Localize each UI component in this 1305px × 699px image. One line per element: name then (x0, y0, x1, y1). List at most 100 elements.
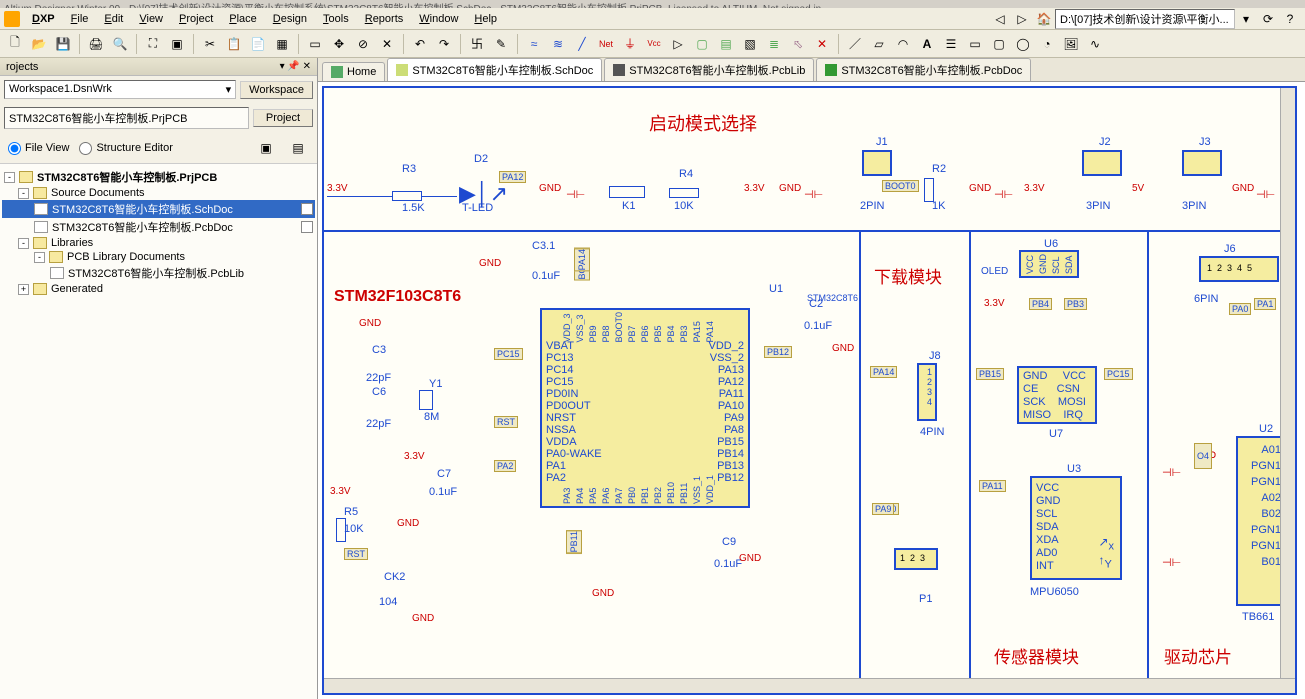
project-button[interactable]: Project (253, 109, 313, 127)
schematic-canvas[interactable]: 启动模式选择 下载模块 传感器模块 驱动芯片 3.3V R3 1.5K D2 ▶… (322, 86, 1297, 695)
pcb-lib-icon (50, 267, 64, 279)
value-j3: 3PIN (1182, 200, 1206, 212)
deselect-icon[interactable]: ⊘ (352, 33, 374, 55)
line-icon[interactable]: ／ (844, 33, 866, 55)
tree-pcblib[interactable]: STM32C8T6智能小车控制板.PcbLib (2, 264, 315, 282)
pie-icon[interactable]: ◔ (1036, 33, 1058, 55)
collapse-icon[interactable]: - (4, 172, 15, 183)
tree-project-root[interactable]: -STM32C8T6智能小车控制板.PrjPCB (2, 168, 315, 186)
wire-icon[interactable]: ≈ (523, 33, 545, 55)
file-view-radio[interactable]: File View (8, 142, 69, 155)
refresh-icon[interactable]: ⟳ (1257, 8, 1279, 30)
print-icon[interactable]: 🖨 (85, 33, 107, 55)
gnd-icon[interactable]: ⏚ (619, 33, 641, 55)
redo-icon[interactable]: ↷ (433, 33, 455, 55)
harness-icon[interactable]: ≣ (763, 33, 785, 55)
part-icon[interactable]: ▷ (667, 33, 689, 55)
tree-libraries[interactable]: -Libraries (2, 236, 315, 250)
undo-icon[interactable]: ↶ (409, 33, 431, 55)
expand-icon[interactable]: + (18, 284, 29, 295)
help-icon[interactable]: ? (1279, 8, 1301, 30)
no-erc-icon[interactable]: ✕ (811, 33, 833, 55)
pcblib-icon (613, 64, 625, 76)
copy-icon[interactable]: 📋 (223, 33, 245, 55)
collapse-icon[interactable]: - (18, 188, 29, 199)
new-doc-icon[interactable]: 🗋 (4, 33, 26, 55)
text-frame-icon[interactable]: ☰ (940, 33, 962, 55)
h-scrollbar[interactable] (324, 678, 1295, 693)
clear-icon[interactable]: ✕ (376, 33, 398, 55)
tab-schdoc[interactable]: STM32C8T6智能小车控制板.SchDoc (387, 58, 602, 81)
project-tree[interactable]: -STM32C8T6智能小车控制板.PrjPCB -Source Documen… (0, 163, 317, 699)
project-box[interactable]: STM32C8T6智能小车控制板.PrjPCB (4, 107, 249, 129)
image-icon[interactable]: 🖼 (1060, 33, 1082, 55)
menu-project[interactable]: Project (171, 11, 221, 27)
tree-pcb-lib-docs[interactable]: -PCB Library Documents (2, 250, 315, 264)
net-pb3: PB3 (1064, 298, 1087, 310)
menu-reports[interactable]: Reports (357, 11, 412, 27)
tree-pcbdoc[interactable]: STM32C8T6智能小车控制板.PcbDoc (2, 218, 315, 236)
v-scrollbar[interactable] (1280, 88, 1295, 678)
tree-generated[interactable]: +Generated (2, 282, 315, 296)
rect-icon[interactable]: ▭ (964, 33, 986, 55)
value-c2: 0.1uF (804, 320, 832, 332)
workspace-combo[interactable]: Workspace1.DsnWrk ▾ (4, 80, 236, 99)
menu-view[interactable]: View (131, 11, 171, 27)
tab-pcblib[interactable]: STM32C8T6智能小车控制板.PcbLib (604, 58, 814, 81)
cut-icon[interactable]: ✂ (199, 33, 221, 55)
bus-entry-icon[interactable]: ╱ (571, 33, 593, 55)
menu-help[interactable]: Help (466, 11, 505, 27)
menu-edit[interactable]: Edit (96, 11, 131, 27)
home-icon[interactable]: 🏠 (1033, 8, 1055, 30)
sheet-entry-icon[interactable]: ▤ (715, 33, 737, 55)
save-icon[interactable]: 💾 (52, 33, 74, 55)
hierarchy-icon[interactable]: 卐 (466, 33, 488, 55)
polygon-icon[interactable]: ▱ (868, 33, 890, 55)
select-icon[interactable]: ▭ (304, 33, 326, 55)
nav-back-icon[interactable]: ◁ (989, 8, 1011, 30)
panel-refresh-icon[interactable]: ▣ (255, 137, 277, 159)
menu-window[interactable]: Window (411, 11, 466, 27)
menu-dxp[interactable]: DXP (24, 11, 63, 27)
recent-dropdown-icon[interactable]: ▾ (1235, 8, 1257, 30)
projects-panel-header[interactable]: rojects ▾ 📌 ✕ (0, 58, 317, 76)
tab-home[interactable]: Home (322, 62, 385, 81)
open-icon[interactable]: 📂 (28, 33, 50, 55)
move-icon[interactable]: ✥ (328, 33, 350, 55)
ellipse-icon[interactable]: ◯ (1012, 33, 1034, 55)
menu-file[interactable]: File (63, 11, 97, 27)
panel-menu-icon[interactable]: ▾ 📌 ✕ (280, 61, 311, 72)
net-pa12: PA12 (499, 171, 526, 183)
tree-source-documents[interactable]: -Source Documents (2, 186, 315, 200)
menu-tools[interactable]: Tools (315, 11, 357, 27)
collapse-icon[interactable]: - (18, 238, 29, 249)
stamp-icon[interactable]: ▦ (271, 33, 293, 55)
tree-schdoc[interactable]: STM32C8T6智能小车控制板.SchDoc (2, 200, 315, 218)
net-pa1: PA1 (1254, 298, 1276, 310)
port-icon[interactable]: ⬁ (787, 33, 809, 55)
menu-design[interactable]: Design (265, 11, 315, 27)
preview-icon[interactable]: 🔍 (109, 33, 131, 55)
nav-fwd-icon[interactable]: ▷ (1011, 8, 1033, 30)
device-sheet-icon[interactable]: ▧ (739, 33, 761, 55)
workspace-button[interactable]: Workspace (240, 81, 313, 99)
bus-icon[interactable]: ≋ (547, 33, 569, 55)
bezier-icon[interactable]: ∿ (1084, 33, 1106, 55)
cross-probe-icon[interactable]: ✎ (490, 33, 512, 55)
zoom-fit-icon[interactable]: ⛶ (142, 33, 164, 55)
sheet-symbol-icon[interactable]: ▢ (691, 33, 713, 55)
paste-icon[interactable]: 📄 (247, 33, 269, 55)
structure-editor-radio[interactable]: Structure Editor (79, 142, 172, 155)
round-rect-icon[interactable]: ▢ (988, 33, 1010, 55)
panel-config-icon[interactable]: ▤ (287, 137, 309, 159)
net-label-icon[interactable]: Net (595, 33, 617, 55)
recent-path[interactable]: D:\[07]技术创新\设计资源\平衡小... (1055, 9, 1235, 29)
tab-pcbdoc[interactable]: STM32C8T6智能小车控制板.PcbDoc (816, 58, 1031, 81)
collapse-icon[interactable]: - (34, 252, 45, 263)
menu-place[interactable]: Place (221, 11, 265, 27)
value-j6: 6PIN (1194, 293, 1218, 305)
arc-icon[interactable]: ◠ (892, 33, 914, 55)
vcc-icon[interactable]: Vcc (643, 33, 665, 55)
text-icon[interactable]: A (916, 33, 938, 55)
zoom-select-icon[interactable]: ▣ (166, 33, 188, 55)
